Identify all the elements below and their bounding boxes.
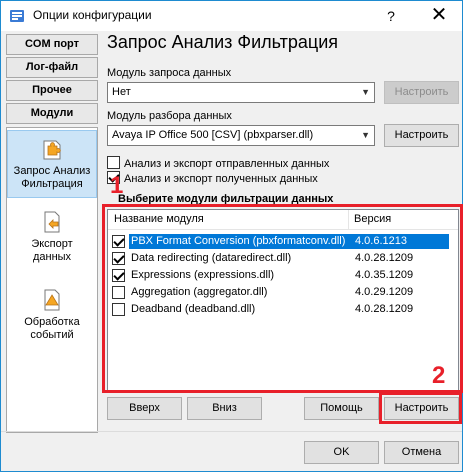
nav-log-file[interactable]: Лог-файл <box>6 57 98 78</box>
ok-button[interactable]: OK <box>304 441 379 464</box>
chevron-down-icon: ▼ <box>361 130 370 140</box>
nav-item-event-processing[interactable]: Обработка событий <box>7 288 97 350</box>
chevron-down-icon: ▼ <box>361 87 370 97</box>
nav-item-label-line2: Фильтрация <box>21 178 83 190</box>
nav-item-label-line1: Экспорт <box>31 238 73 250</box>
footer-divider <box>1 431 462 432</box>
checkbox[interactable] <box>107 156 120 169</box>
move-up-button[interactable]: Вверх <box>107 397 182 420</box>
window-title: Опции конфигурации <box>33 8 152 22</box>
title-bar: Опции конфигурации ? ✕ <box>1 1 462 31</box>
query-module-select[interactable]: Нет ▼ <box>107 82 375 103</box>
nav-modules[interactable]: Модули <box>6 103 98 124</box>
nav-other[interactable]: Прочее <box>6 80 98 101</box>
app-icon <box>10 10 24 22</box>
check-analyze-sent-label: Анализ и экспорт отправленных данных <box>124 158 330 170</box>
module-help-button[interactable]: Помощь <box>304 397 379 420</box>
close-button[interactable]: ✕ <box>416 1 462 31</box>
nav-item-label-line1: Обработка <box>24 316 80 328</box>
nav-com-port[interactable]: COM порт <box>6 34 98 55</box>
config-options-window: Опции конфигурации ? ✕ COM порт Лог-файл… <box>0 0 463 472</box>
annotation-box-list <box>102 204 463 393</box>
cancel-button[interactable]: Отмена <box>384 441 459 464</box>
nav-item-data-export[interactable]: Экспорт данных <box>7 210 97 272</box>
parser-module-select[interactable]: Avaya IP Office 500 [CSV] (pbxparser.dll… <box>107 125 375 146</box>
puzzle-icon <box>43 140 61 160</box>
query-configure-button[interactable]: Настроить <box>384 81 459 104</box>
move-down-button[interactable]: Вниз <box>187 397 262 420</box>
nav-item-label-line2: данных <box>32 251 72 263</box>
check-analyze-sent[interactable]: Анализ и экспорт отправленных данных <box>107 156 329 170</box>
annotation-badge-1: 1 <box>110 172 124 199</box>
module-configure-button[interactable]: Настроить <box>384 397 459 420</box>
page-title: Запрос Анализ Фильтрация <box>107 32 339 52</box>
parser-module-value: Avaya IP Office 500 [CSV] (pbxparser.dll… <box>112 129 314 141</box>
modules-nav-panel: Запрос Анализ Фильтрация Экспорт данных … <box>6 127 98 433</box>
parser-module-label: Модуль разбора данных <box>107 110 232 122</box>
query-module-value: Нет <box>112 86 131 98</box>
check-analyze-received-label: Анализ и экспорт полученных данных <box>124 173 318 185</box>
annotation-badge-2: 2 <box>432 362 446 389</box>
help-button[interactable]: ? <box>371 1 411 31</box>
parser-configure-button[interactable]: Настроить <box>384 124 459 147</box>
nav-item-label-line1: Запрос Анализ <box>13 165 91 177</box>
nav-item-label-line2: событий <box>30 329 74 341</box>
check-analyze-received[interactable]: Анализ и экспорт полученных данных <box>107 171 318 185</box>
export-icon <box>44 211 60 233</box>
event-icon <box>44 289 60 311</box>
nav-item-query-analysis[interactable]: Запрос Анализ Фильтрация <box>7 130 97 198</box>
query-module-label: Модуль запроса данных <box>107 67 232 79</box>
